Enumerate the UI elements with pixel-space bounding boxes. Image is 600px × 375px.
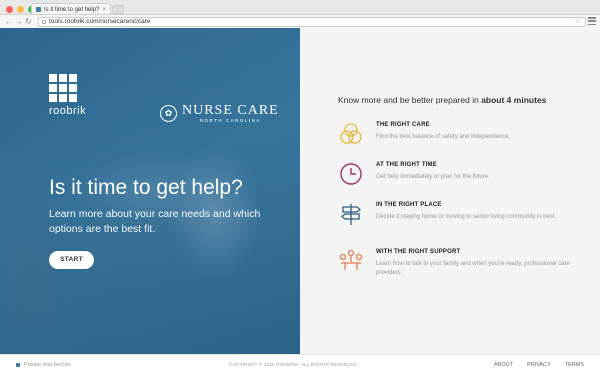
people-table-icon: [339, 249, 363, 270]
back-arrow-icon[interactable]: ←: [5, 16, 13, 27]
benefit-desc: Learn how to talk to your family and whe…: [376, 261, 570, 276]
nurse-care-logo: ✿ NURSE CARE NORTH CAROLINA: [160, 104, 279, 123]
flower-seal-icon: ✿: [160, 105, 177, 122]
page-title: Is it time to get help?: [49, 176, 243, 199]
privacy-link[interactable]: PRIVACY: [527, 362, 551, 368]
favicon-icon: [36, 7, 41, 12]
benefit-title: IN THE RIGHT PLACE: [376, 202, 442, 208]
tab-title: Is it time to get help?: [44, 6, 100, 13]
roobrik-wordmark: roobrik: [49, 105, 87, 117]
page-info-icon[interactable]: [42, 20, 46, 24]
privacy-notice: Private and Secure: [16, 362, 71, 368]
roobrik-logo: roobrik: [49, 74, 86, 117]
close-window-button[interactable]: [6, 6, 13, 13]
terms-link[interactable]: TERMS: [565, 362, 584, 368]
benefit-desc: Get help immediately or plan for the fut…: [376, 174, 490, 180]
partner-subtitle: NORTH CAROLINA: [199, 118, 261, 123]
about-link[interactable]: ABOUT: [494, 362, 513, 368]
bookmark-star-icon[interactable]: ☆: [575, 18, 581, 26]
partner-name: NURSE CARE: [182, 103, 279, 118]
venn-circles-icon: [340, 123, 362, 144]
new-tab-button[interactable]: [112, 5, 124, 14]
footer-links: ABOUT PRIVACY TERMS: [494, 362, 584, 368]
benefits-panel: Know more and be better prepared in abou…: [300, 28, 600, 354]
secure-label: Private and Secure: [24, 362, 71, 368]
intro-text: Know more and be better prepared in abou…: [338, 95, 547, 105]
forward-arrow-icon[interactable]: →: [15, 16, 23, 27]
signpost-icon: [340, 204, 362, 225]
benefit-title: AT THE RIGHT TIME: [376, 162, 437, 168]
lock-icon: [16, 363, 20, 367]
reload-icon[interactable]: ↻: [25, 16, 32, 27]
benefit-desc: Decide if staying home or moving to seni…: [376, 214, 557, 220]
url-text: tools.roobrik.com/nursecarenc/care: [49, 18, 151, 25]
start-button[interactable]: START: [49, 251, 94, 269]
benefit-desc: Find the best balance of safety and inde…: [376, 134, 511, 140]
page-footer: Private and Secure COPYRIGHT © 2016 ROOB…: [0, 354, 600, 375]
copyright: COPYRIGHT © 2016 ROOBRIK. ALL RIGHTS RES…: [229, 362, 357, 367]
hero-subtext: Learn more about your care needs and whi…: [49, 208, 261, 235]
time-estimate: about 4 minutes: [481, 95, 547, 105]
browser-menu-icon[interactable]: [588, 17, 596, 25]
address-bar[interactable]: tools.roobrik.com/nursecarenc/care ☆: [38, 17, 586, 27]
navigation-bar: ← → ↻ tools.roobrik.com/nursecarenc/care…: [0, 14, 600, 28]
benefit-title: WITH THE RIGHT SUPPORT: [376, 249, 461, 255]
minimize-window-button[interactable]: [17, 6, 24, 13]
clock-icon: [340, 163, 362, 185]
hero-panel: roobrik ✿ NURSE CARE NORTH CAROLINA Is i…: [0, 28, 300, 354]
browser-chrome: Is it time to get help? × ← → ↻ tools.ro…: [0, 0, 600, 28]
roobrik-grid-icon: [49, 74, 86, 102]
close-tab-icon[interactable]: ×: [102, 7, 106, 13]
benefit-title: THE RIGHT CARE: [376, 122, 430, 128]
